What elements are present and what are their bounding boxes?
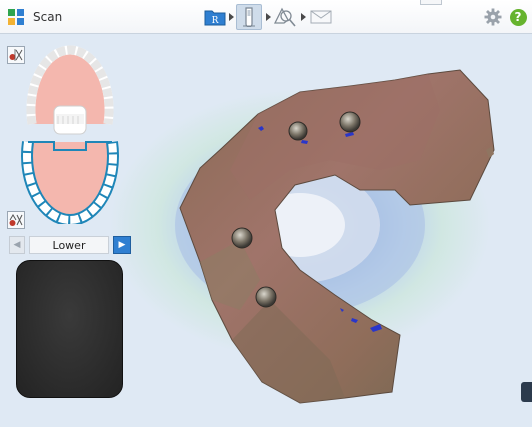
settings-button[interactable] (480, 4, 506, 30)
implant-marker[interactable] (339, 111, 361, 133)
step-arrow-icon (266, 13, 271, 21)
implant-marker[interactable] (255, 286, 277, 308)
help-button[interactable]: ? (505, 4, 531, 30)
jaw-diagram (21, 45, 119, 224)
rx-letter: R (212, 16, 219, 26)
folder-rx-icon: R (204, 10, 226, 26)
implant-marker[interactable] (288, 121, 308, 141)
lower-arch[interactable] (21, 141, 119, 224)
chevron-right-icon: ▶ (118, 240, 126, 250)
window-control-stub[interactable] (420, 0, 442, 5)
step-arrow-icon (229, 13, 234, 21)
gear-icon (484, 8, 502, 26)
next-segment-button[interactable]: ▶ (113, 236, 131, 254)
app-logo-icon (8, 9, 24, 25)
scanner-wand-icon (243, 7, 255, 27)
view-magnify-icon (273, 7, 296, 27)
chevron-left-icon: ◀ (13, 240, 21, 250)
help-glyph: ? (514, 10, 522, 24)
previous-segment-button[interactable]: ◀ (9, 236, 25, 254)
lower-jaw-icon (9, 214, 23, 226)
segment-navigation: ◀ Lower ▶ (9, 236, 131, 254)
send-button[interactable] (308, 4, 334, 30)
lower-jaw-toggle[interactable] (7, 211, 25, 229)
segment-label: Lower (29, 236, 109, 254)
view-button[interactable] (272, 4, 298, 30)
side-panel-tab[interactable] (521, 382, 532, 402)
implant-marker[interactable] (231, 227, 253, 249)
step-arrow-icon (301, 13, 306, 21)
envelope-icon (310, 10, 332, 24)
help-icon: ? (509, 8, 527, 26)
app-title: Scan (33, 10, 63, 24)
rx-button[interactable]: R (202, 4, 228, 30)
upper-arch[interactable] (26, 45, 114, 135)
top-toolbar: Scan R ? (0, 0, 532, 34)
scanner-camera-preview (16, 260, 123, 398)
scan-button[interactable] (236, 4, 262, 30)
